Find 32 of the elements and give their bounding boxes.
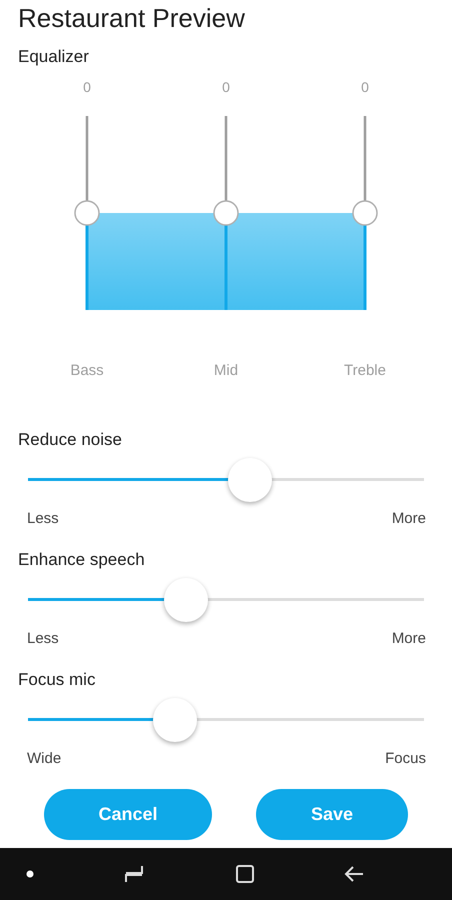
page-title: Restaurant Preview <box>17 2 246 33</box>
slider-label: Reduce noise <box>18 430 123 450</box>
band-label: Mid <box>214 361 238 381</box>
section-label: Equalizer <box>17 46 90 67</box>
slider[interactable] <box>28 698 424 742</box>
band-slider[interactable] <box>74 116 100 310</box>
min-label: Less <box>27 629 59 649</box>
max-label: More <box>392 509 426 529</box>
min-label: Less <box>27 509 59 529</box>
action-button[interactable]: Cancel <box>44 789 212 840</box>
band-value: 0 <box>361 78 369 97</box>
band-slider[interactable] <box>352 116 378 310</box>
band-value: 0 <box>83 78 91 97</box>
slider-label: Enhance speech <box>18 550 146 570</box>
home-icon[interactable] <box>234 864 255 884</box>
slider-thumb[interactable] <box>164 578 208 622</box>
action-button[interactable]: Save <box>256 789 408 840</box>
min-label: Wide <box>27 749 62 769</box>
slider-thumb[interactable] <box>228 458 272 502</box>
band-slider[interactable] <box>213 116 239 310</box>
band-value: 0 <box>222 78 230 97</box>
band-label: Bass <box>70 361 104 381</box>
max-label: More <box>392 629 426 649</box>
slider-label: Focus mic <box>18 670 96 690</box>
max-label: Focus <box>385 749 426 769</box>
recent-apps-icon[interactable] <box>123 863 146 885</box>
slider[interactable] <box>28 578 424 622</box>
slider-thumb[interactable] <box>152 698 197 742</box>
band-label: Treble <box>344 361 386 381</box>
back-icon[interactable] <box>344 865 364 883</box>
dot-icon[interactable] <box>26 870 34 878</box>
slider[interactable] <box>28 458 424 502</box>
